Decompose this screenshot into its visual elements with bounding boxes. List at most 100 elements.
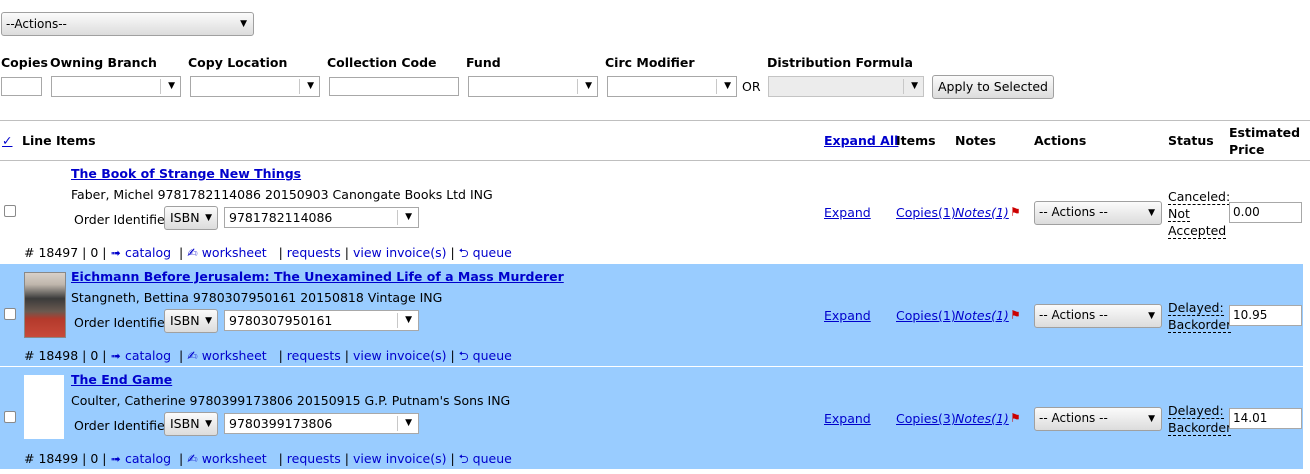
copies-link[interactable]: Copies(3)	[896, 411, 956, 426]
identifier-type-select[interactable]: ISBN ▼	[164, 309, 218, 333]
identifier-value-combobox[interactable]: 9780399173806 ▼	[224, 413, 419, 434]
line-items-heading: Line Items	[22, 133, 96, 148]
catalog-link[interactable]: ➟ catalog	[111, 245, 172, 260]
queue-link[interactable]: ⮌ queue	[459, 348, 512, 363]
status-line-3: Accepted	[1168, 223, 1227, 239]
actions-heading: Actions	[1034, 133, 1087, 148]
status-line-2: Backorder	[1168, 420, 1232, 436]
line-item-actions-select[interactable]: -- Actions -- ▼	[1034, 407, 1162, 431]
view-invoice-link[interactable]: view invoice(s)	[353, 451, 447, 466]
order-identifier-label: Order Identifier	[74, 418, 170, 433]
chevron-down-icon: ▼	[1148, 414, 1155, 424]
catalog-link[interactable]: ➟ catalog	[111, 348, 172, 363]
expand-link[interactable]: Expand	[824, 308, 871, 323]
worksheet-link[interactable]: ✍ worksheet	[187, 245, 266, 260]
identifier-type-select[interactable]: ISBN ▼	[164, 412, 218, 436]
estimated-price-input[interactable]: 14.01	[1229, 408, 1302, 429]
cover-thumbnail	[24, 272, 66, 338]
chevron-down-icon: ▼	[911, 81, 918, 91]
line-item-actions-select[interactable]: -- Actions -- ▼	[1034, 304, 1162, 328]
chevron-down-icon: ▼	[205, 213, 212, 223]
circ-modifier-label: Circ Modifier	[605, 55, 695, 70]
view-invoice-link[interactable]: view invoice(s)	[353, 245, 447, 260]
line-item-status: Canceled: Not Accepted	[1168, 188, 1231, 239]
line-item-links: # 18497 | 0 | ➟ catalog | ✍ worksheet | …	[24, 245, 512, 260]
requests-link[interactable]: requests	[287, 245, 341, 260]
price-heading: Price	[1229, 142, 1265, 157]
line-item-meta: Faber, Michel 9781782114086 20150903 Can…	[71, 187, 493, 202]
line-item-actions-label: -- Actions --	[1039, 205, 1108, 219]
notes-link[interactable]: Notes(1)	[955, 205, 1009, 220]
status-line-1: Delayed:	[1168, 300, 1224, 316]
line-item-row: The Book of Strange New Things Faber, Mi…	[0, 161, 1303, 263]
copies-input[interactable]	[1, 77, 42, 96]
chevron-down-icon: ▼	[405, 315, 412, 325]
owning-branch-select[interactable]: ▼	[51, 76, 181, 97]
line-item-title-link[interactable]: The End Game	[71, 372, 172, 387]
queue-link[interactable]: ⮌ queue	[459, 245, 512, 260]
requests-link[interactable]: requests	[287, 348, 341, 363]
copies-link[interactable]: Copies(1)	[896, 205, 956, 220]
line-item-links: # 18499 | 0 | ➟ catalog | ✍ worksheet | …	[24, 451, 512, 466]
identifier-value: 9781782114086	[229, 210, 333, 225]
select-all-checkmark[interactable]: ✓	[2, 133, 12, 148]
chevron-down-icon: ▼	[205, 316, 212, 326]
copy-location-select[interactable]: ▼	[190, 76, 320, 97]
catalog-link[interactable]: ➟ catalog	[111, 451, 172, 466]
expand-link[interactable]: Expand	[824, 411, 871, 426]
items-heading: Items	[896, 133, 936, 148]
copies-link[interactable]: Copies(1)	[896, 308, 956, 323]
notes-link[interactable]: Notes(1)	[955, 411, 1009, 426]
expand-all-link[interactable]: Expand All	[824, 133, 898, 148]
worksheet-link[interactable]: ✍ worksheet	[187, 451, 266, 466]
status-line-1: Delayed:	[1168, 403, 1224, 419]
notes-link[interactable]: Notes(1)	[955, 308, 1009, 323]
line-item-status: Delayed: Backorder	[1168, 402, 1232, 436]
queue-link[interactable]: ⮌ queue	[459, 451, 512, 466]
line-item-id: # 18499 | 0 |	[24, 451, 107, 466]
top-actions-select[interactable]: --Actions-- ▼	[1, 12, 254, 36]
collection-code-input[interactable]	[329, 77, 459, 96]
line-item-actions-select[interactable]: -- Actions -- ▼	[1034, 201, 1162, 225]
identifier-type-value: ISBN	[170, 210, 200, 225]
chevron-down-icon: ▼	[585, 81, 592, 91]
estimated-price-input[interactable]: 10.95	[1229, 305, 1302, 326]
line-item-id: # 18498 | 0 |	[24, 348, 107, 363]
line-item-checkbox[interactable]	[4, 411, 16, 423]
chevron-down-icon: ▼	[168, 81, 175, 91]
chevron-down-icon: ▼	[405, 212, 412, 222]
line-item-title-link[interactable]: The Book of Strange New Things	[71, 166, 301, 181]
collection-code-label: Collection Code	[327, 55, 437, 70]
chevron-down-icon: ▼	[405, 418, 412, 428]
identifier-value: 9780399173806	[229, 416, 333, 431]
fund-select[interactable]: ▼	[468, 76, 598, 97]
status-line-2: Backorder	[1168, 317, 1232, 333]
order-identifier-label: Order Identifier	[74, 212, 170, 227]
line-item-checkbox[interactable]	[4, 205, 16, 217]
estimated-price-input[interactable]: 0.00	[1229, 202, 1302, 223]
view-invoice-link[interactable]: view invoice(s)	[353, 348, 447, 363]
circ-modifier-select[interactable]: ▼	[607, 76, 737, 97]
identifier-value-combobox[interactable]: 9780307950161 ▼	[224, 310, 419, 331]
order-identifier-label: Order Identifier	[74, 315, 170, 330]
line-item-actions-label: -- Actions --	[1039, 308, 1108, 322]
expand-link[interactable]: Expand	[824, 205, 871, 220]
status-heading: Status	[1168, 133, 1214, 148]
distribution-formula-select[interactable]: ▼	[768, 76, 924, 97]
worksheet-link[interactable]: ✍ worksheet	[187, 348, 266, 363]
requests-link[interactable]: requests	[287, 451, 341, 466]
line-item-meta: Stangneth, Bettina 9780307950161 2015081…	[71, 290, 443, 305]
top-actions-select-label: --Actions--	[6, 17, 67, 31]
identifier-type-select[interactable]: ISBN ▼	[164, 206, 218, 230]
chevron-down-icon: ▼	[307, 81, 314, 91]
chevron-down-icon: ▼	[724, 81, 731, 91]
line-item-title-link[interactable]: Eichmann Before Jerusalem: The Unexamine…	[71, 269, 564, 284]
status-line-1: Canceled:	[1168, 189, 1231, 205]
flag-icon: ⚑	[1010, 205, 1021, 219]
cover-thumbnail	[24, 375, 64, 439]
apply-to-selected-button[interactable]: Apply to Selected	[932, 75, 1054, 99]
identifier-value-combobox[interactable]: 9781782114086 ▼	[224, 207, 419, 228]
owning-branch-label: Owning Branch	[50, 55, 157, 70]
line-item-checkbox[interactable]	[4, 308, 16, 320]
line-item-actions-label: -- Actions --	[1039, 411, 1108, 425]
